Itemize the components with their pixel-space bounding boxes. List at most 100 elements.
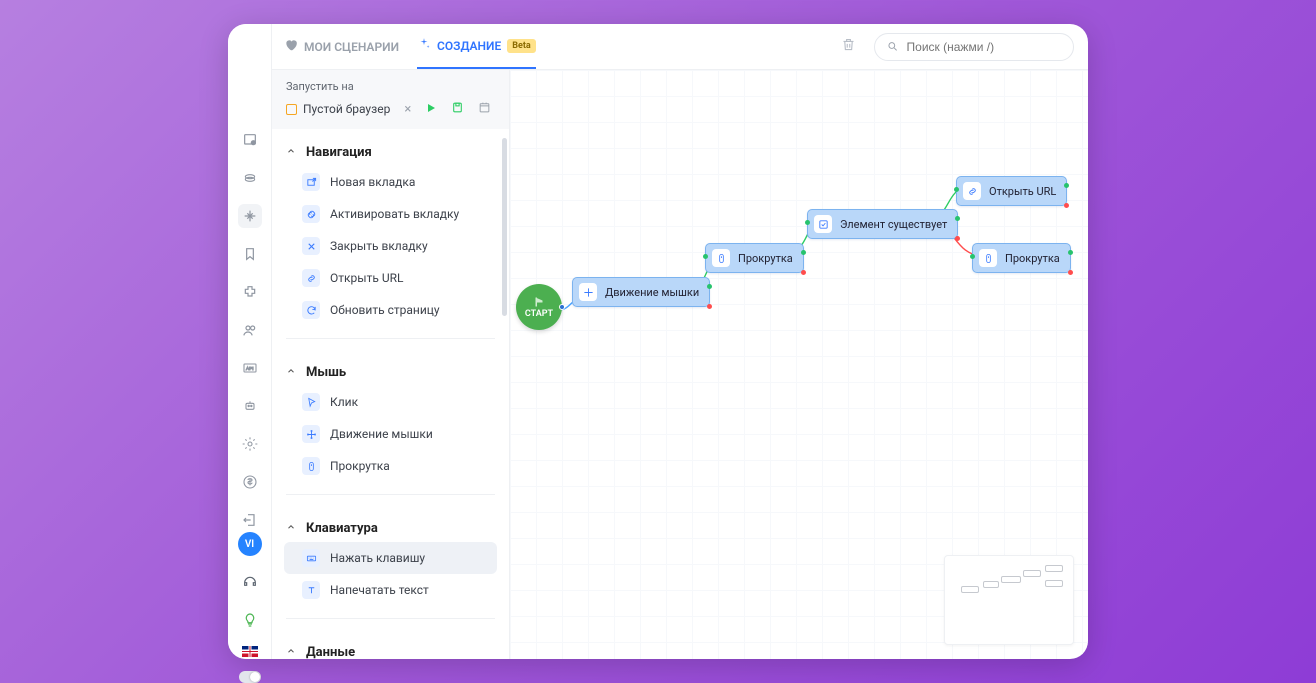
- action-type-text[interactable]: Напечатать текст: [284, 574, 497, 606]
- action-press-key-label: Нажать клавишу: [330, 551, 425, 565]
- activate-tab-icon: [302, 205, 320, 223]
- node-element-exists-label: Элемент существует: [840, 218, 947, 231]
- rail-bookmark-icon[interactable]: [238, 242, 262, 266]
- tab-create-label: СОЗДАНИЕ: [437, 39, 501, 53]
- node-open-url[interactable]: Открыть URL: [956, 176, 1067, 206]
- header: МОИ СЦЕНАРИИ СОЗДАНИЕ Beta: [228, 24, 1088, 70]
- tab-create[interactable]: СОЗДАНИЕ Beta: [417, 24, 536, 69]
- panel-scrollbar[interactable]: [502, 138, 507, 316]
- action-reload[interactable]: Обновить страницу: [284, 294, 497, 326]
- reload-icon: [302, 301, 320, 319]
- section-mouse-title: Мышь: [306, 365, 346, 380]
- tab-my-label: МОИ СЦЕНАРИИ: [304, 40, 399, 54]
- flow-canvas[interactable]: СТАРТ Движение мышки Прокрутка Элемент с…: [510, 70, 1088, 659]
- rail-bulb-icon[interactable]: [238, 608, 262, 632]
- minimap[interactable]: [944, 555, 1074, 645]
- node-scroll-2-label: Прокрутка: [1005, 252, 1060, 265]
- keyboard-icon: [302, 549, 320, 567]
- action-scroll[interactable]: Прокрутка: [284, 450, 497, 482]
- rail-theme-toggle[interactable]: [239, 671, 261, 683]
- rail-flow-icon[interactable]: [238, 204, 262, 228]
- link-icon: [963, 182, 981, 200]
- node-element-exists[interactable]: Элемент существует: [807, 209, 958, 239]
- scroll-icon: [979, 249, 997, 267]
- run-target-remove[interactable]: ×: [404, 102, 411, 117]
- section-navigation-title: Навигация: [306, 145, 372, 160]
- rail-logout-icon[interactable]: [238, 508, 262, 532]
- run-play-button[interactable]: [425, 102, 437, 117]
- svg-text:API: API: [246, 366, 254, 371]
- action-press-key[interactable]: Нажать клавишу: [284, 542, 497, 574]
- search-input[interactable]: [907, 40, 1061, 54]
- node-start[interactable]: СТАРТ: [516, 284, 562, 330]
- sparkle-icon: [417, 37, 431, 54]
- new-tab-icon: [302, 173, 320, 191]
- action-move-label: Движение мышки: [330, 427, 433, 441]
- section-mouse-header[interactable]: Мышь: [284, 359, 497, 386]
- section-data-header[interactable]: Данные: [284, 639, 497, 659]
- action-click[interactable]: Клик: [284, 386, 497, 418]
- scroll-icon: [712, 249, 730, 267]
- link-icon: [302, 269, 320, 287]
- click-icon: [302, 393, 320, 411]
- search-box[interactable]: [874, 33, 1074, 61]
- chevron-up-icon: [286, 365, 296, 380]
- rail-extension-icon[interactable]: [238, 280, 262, 304]
- node-open-url-label: Открыть URL: [989, 185, 1056, 198]
- rail-gear-icon[interactable]: [238, 432, 262, 456]
- rail-robot-icon[interactable]: [238, 394, 262, 418]
- rail-headset-icon[interactable]: [238, 570, 262, 594]
- action-activate-tab-label: Активировать вкладку: [330, 207, 459, 221]
- element-exists-icon: [814, 215, 832, 233]
- node-scroll-1[interactable]: Прокрутка: [705, 243, 804, 273]
- action-activate-tab[interactable]: Активировать вкладку: [284, 198, 497, 230]
- type-icon: [302, 581, 320, 599]
- tab-my-scenarios[interactable]: МОИ СЦЕНАРИИ: [284, 24, 399, 69]
- node-start-label: СТАРТ: [525, 309, 553, 319]
- node-mouse-move[interactable]: Движение мышки: [572, 277, 710, 307]
- section-data-title: Данные: [306, 645, 355, 659]
- rail-api-icon[interactable]: API: [238, 356, 262, 380]
- left-rail: API VI: [228, 24, 272, 659]
- rail-page-icon[interactable]: [238, 128, 262, 152]
- delete-button[interactable]: [841, 37, 856, 56]
- app-window: МОИ СЦЕНАРИИ СОЗДАНИЕ Beta Запустить на …: [228, 24, 1088, 659]
- chevron-up-icon: [286, 645, 296, 659]
- close-tab-icon: [302, 237, 320, 255]
- action-click-label: Клик: [330, 395, 358, 409]
- node-scroll-2[interactable]: Прокрутка: [972, 243, 1071, 273]
- rail-rings-icon[interactable]: [238, 166, 262, 190]
- action-new-tab-label: Новая вкладка: [330, 175, 415, 189]
- run-target-chip[interactable]: Пустой браузер: [286, 102, 390, 116]
- action-reload-label: Обновить страницу: [330, 303, 440, 317]
- move-icon: [579, 283, 597, 301]
- chevron-up-icon: [286, 145, 296, 160]
- action-close-tab[interactable]: Закрыть вкладку: [284, 230, 497, 262]
- action-scroll-label: Прокрутка: [330, 459, 390, 473]
- section-keyboard-header[interactable]: Клавиатура: [284, 515, 497, 542]
- section-navigation-header[interactable]: Навигация: [284, 139, 497, 166]
- action-new-tab[interactable]: Новая вкладка: [284, 166, 497, 198]
- run-bar: Запустить на Пустой браузер ×: [272, 70, 509, 129]
- run-target-label: Пустой браузер: [303, 102, 390, 116]
- run-schedule-button[interactable]: [478, 101, 491, 117]
- run-bar-label: Запустить на: [286, 80, 495, 93]
- action-close-tab-label: Закрыть вкладку: [330, 239, 428, 253]
- node-mouse-move-label: Движение мышки: [605, 286, 699, 299]
- scroll-icon: [302, 457, 320, 475]
- node-scroll-1-label: Прокрутка: [738, 252, 793, 265]
- action-move[interactable]: Движение мышки: [284, 418, 497, 450]
- avatar[interactable]: VI: [238, 532, 262, 556]
- run-save-button[interactable]: [451, 101, 464, 117]
- heart-icon: [284, 38, 298, 55]
- browser-icon: [286, 104, 297, 115]
- rail-lang-flag[interactable]: [242, 646, 258, 657]
- rail-users-icon[interactable]: [238, 318, 262, 342]
- chevron-up-icon: [286, 521, 296, 536]
- actions-panel: Запустить на Пустой браузер × Навигация: [272, 70, 510, 659]
- action-open-url[interactable]: Открыть URL: [284, 262, 497, 294]
- rail-dollar-icon[interactable]: [238, 470, 262, 494]
- move-icon: [302, 425, 320, 443]
- badge-beta: Beta: [507, 39, 535, 53]
- section-keyboard-title: Клавиатура: [306, 521, 378, 536]
